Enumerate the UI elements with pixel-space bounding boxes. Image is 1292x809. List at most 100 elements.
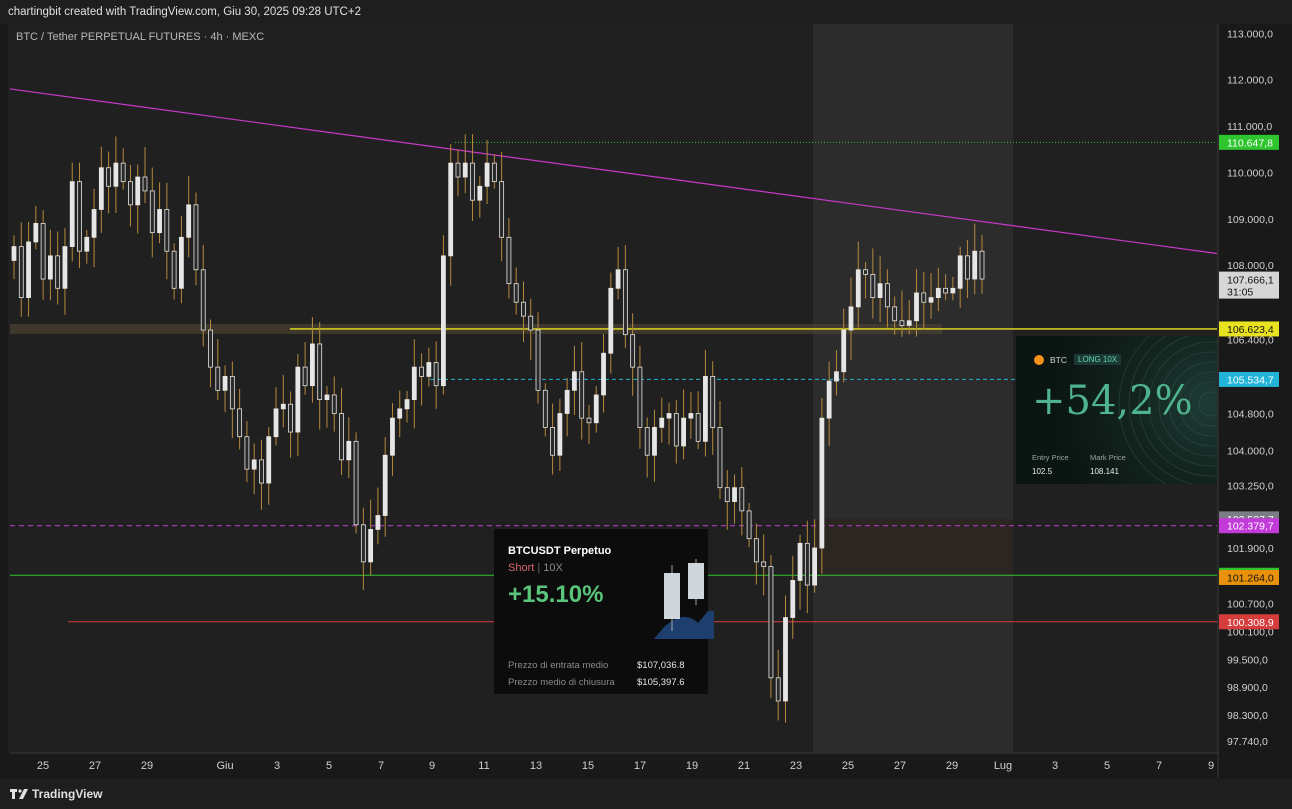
candle-body: [797, 542, 803, 581]
candle-body: [593, 394, 599, 424]
candle-body: [848, 306, 854, 331]
short-side-sep: |: [537, 562, 541, 574]
x-tick-label: 5: [326, 760, 332, 772]
tradingview-logo-icon: [10, 789, 28, 799]
candle-body: [128, 181, 133, 206]
candle-body: [186, 204, 192, 238]
candle-body: [280, 403, 286, 410]
candle-body: [804, 542, 810, 586]
candle-body: [892, 306, 898, 322]
short-card-title: BTCUSDT Perpetuo: [508, 545, 612, 557]
candle-body: [899, 320, 905, 326]
candle-body: [688, 413, 694, 419]
tradingview-logo: TradingView: [10, 787, 102, 801]
candle-body: [215, 366, 221, 391]
y-tick-label: 98.300,0: [1227, 710, 1268, 722]
y-tick-label: 112.000,0: [1227, 75, 1273, 87]
candle-body: [979, 250, 985, 280]
candle-body: [739, 487, 745, 512]
candle-body: [652, 427, 657, 456]
candle-body: [753, 538, 759, 563]
candle-body: [404, 399, 410, 410]
candle-body: [40, 222, 46, 280]
x-tick-label: 25: [842, 760, 854, 772]
price-tag-label: 105.534,7: [1227, 374, 1274, 386]
candle-body: [521, 301, 526, 317]
x-tick-label: 3: [274, 760, 280, 772]
candle-body: [106, 167, 112, 187]
candle-body: [877, 283, 883, 298]
long-card-leverage: LONG 10X: [1074, 354, 1122, 365]
candle-body: [608, 287, 614, 354]
x-tick-label: 9: [1208, 760, 1214, 772]
y-tick-label: 110.000,0: [1227, 167, 1273, 179]
candle-body: [644, 427, 650, 456]
y-tick-label: 99.500,0: [1227, 654, 1268, 666]
x-tick-label: 19: [686, 760, 698, 772]
candle-body: [681, 417, 686, 447]
candle-body: [572, 371, 577, 391]
x-tick-label: Lug: [994, 760, 1012, 772]
candle-body: [462, 162, 468, 178]
candle-body: [491, 162, 497, 183]
candle-body: [826, 380, 832, 419]
y-tick-label: 104.800,0: [1227, 409, 1274, 421]
candle-body: [943, 287, 949, 294]
candle-body: [98, 167, 104, 210]
candle-body: [171, 250, 177, 289]
highlight-zone-lower: [813, 518, 1013, 576]
candle-body: [237, 408, 243, 438]
candle-body: [346, 440, 352, 461]
candle-body: [783, 617, 788, 702]
candle-body: [928, 297, 934, 303]
candle-body: [339, 413, 344, 461]
candle-body: [251, 459, 257, 470]
candle-body: [149, 190, 155, 234]
candle-body: [703, 376, 708, 442]
long-entry-value: 102.5: [1032, 467, 1053, 476]
candle-body: [710, 376, 716, 428]
candle-body: [375, 515, 381, 530]
candle-body: [673, 413, 679, 447]
chart-title: BTC / Tether PERPETUAL FUTURES · 4h · ME…: [16, 31, 265, 43]
x-tick-label: 15: [582, 760, 594, 772]
countdown-label: 31:05: [1227, 287, 1253, 299]
candle-body: [477, 185, 483, 201]
candle-body: [142, 176, 148, 192]
candle-body: [965, 255, 970, 280]
price-tag-label: 110.647,8: [1227, 137, 1273, 149]
x-tick-label: 17: [634, 760, 646, 772]
btc-coin-icon: [1034, 355, 1044, 365]
candle-body: [724, 487, 730, 503]
long-entry-label: Entry Price: [1032, 453, 1069, 462]
candle-body: [208, 329, 213, 368]
candle-body: [906, 320, 912, 326]
candle-body: [557, 413, 563, 456]
candle-body: [397, 408, 403, 419]
short-leverage: 10X: [543, 562, 563, 574]
candle-body: [317, 343, 323, 400]
price-tag-label: 106.623,4: [1227, 324, 1274, 336]
candle-body: [622, 269, 628, 336]
y-tick-label: 98.900,0: [1227, 682, 1268, 694]
short-close-label: Prezzo medio di chiusura: [508, 677, 615, 688]
candle-body: [200, 269, 206, 331]
candle-body: [178, 236, 184, 289]
candle-body: [506, 236, 512, 285]
short-card-side: Short | 10X: [508, 562, 563, 574]
x-tick-label: 23: [790, 760, 802, 772]
candle-body: [331, 394, 337, 414]
candle-body: [273, 408, 279, 438]
x-tick-label: 5: [1104, 760, 1110, 772]
x-tick-label: 29: [946, 760, 958, 772]
candle-body: [55, 255, 61, 289]
footer-bar: [0, 779, 1292, 809]
candle-body: [433, 362, 439, 387]
y-tick-label: 100.700,0: [1227, 599, 1274, 611]
short-entry-value: $107,036.8: [637, 660, 685, 671]
candle-body: [193, 204, 199, 271]
candle-body: [717, 427, 723, 489]
candle-body: [790, 580, 796, 618]
candle-body: [914, 292, 919, 322]
candle-body: [455, 162, 461, 178]
